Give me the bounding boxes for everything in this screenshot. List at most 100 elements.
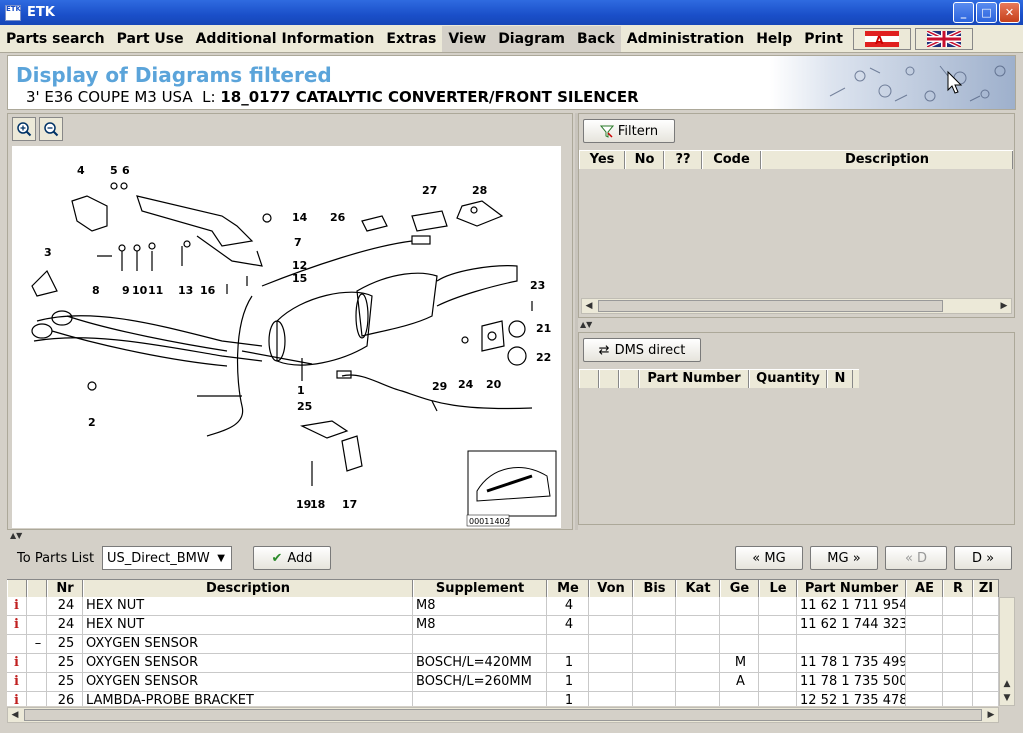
info-icon[interactable]: i [7, 654, 27, 672]
info-icon[interactable]: i [7, 692, 27, 706]
col-le[interactable]: Le [759, 580, 797, 598]
cell-nr: 25 [47, 654, 83, 672]
filtern-button[interactable]: Filtern [583, 119, 675, 143]
cell-bis [633, 692, 676, 706]
col-quantity[interactable]: Quantity [749, 370, 827, 388]
next-mg-button[interactable]: MG » [810, 546, 878, 570]
parts-list-select[interactable]: US_Direct_BMW ▼ [102, 546, 232, 570]
table-row[interactable]: i 25 OXYGEN SENSOR BOSCH/L=420MM 1 M 11 … [7, 654, 999, 673]
filter-panel: Filtern Yes No ?? Code Description ◀ ▶ [578, 113, 1015, 318]
info-icon[interactable]: i [7, 673, 27, 691]
maximize-button[interactable]: □ [976, 2, 997, 23]
filter-hscroll[interactable]: ◀ ▶ [581, 298, 1012, 314]
dms-col-3[interactable] [619, 370, 639, 388]
cell-nr: 24 [47, 597, 83, 615]
cell-part-number: 11 62 1 744 323 [797, 616, 906, 634]
cell-zi [973, 692, 999, 706]
col-von[interactable]: Von [589, 580, 633, 598]
col-zi[interactable]: ZI [973, 580, 999, 598]
table-row[interactable]: i 26 LAMBDA-PROBE BRACKET 1 12 52 1 735 … [7, 692, 999, 706]
next-d-button[interactable]: D » [954, 546, 1012, 570]
scroll-thumb[interactable] [598, 300, 943, 312]
cell-me: 4 [547, 597, 589, 615]
menu-additional-information[interactable]: Additional Information [190, 26, 381, 52]
zoom-out-button[interactable] [39, 117, 63, 141]
menu-part-use[interactable]: Part Use [111, 26, 190, 52]
dms-col-2[interactable] [599, 370, 619, 388]
menu-diagram[interactable]: Diagram [492, 25, 572, 52]
col-part-number[interactable]: Part Number [797, 580, 906, 598]
menu-extras[interactable]: Extras [380, 26, 442, 52]
cell-me: 1 [547, 692, 589, 706]
col-yes[interactable]: Yes [579, 151, 625, 169]
split-arrows-icon[interactable]: ▲▼ [10, 531, 22, 540]
uk-flag-button[interactable] [914, 27, 973, 50]
scroll-left-icon[interactable]: ◀ [8, 708, 22, 722]
table-row[interactable]: i 24 HEX NUT M8 4 11 62 1 744 323 [7, 616, 999, 635]
exploded-diagram[interactable]: 456 3 27 28 26 14 7 12 15 8 9 10 11 13 16 23 21 22 … [12, 146, 561, 528]
cell-von [589, 673, 633, 691]
col-r[interactable]: R [943, 580, 973, 598]
col-mark[interactable] [27, 580, 47, 598]
svg-text:3: 3 [44, 246, 52, 259]
col-no[interactable]: No [625, 151, 664, 169]
parts-list-panel: To Parts List US_Direct_BMW ▼ ✔ Add « MG… [7, 541, 1016, 726]
col-unknown[interactable]: ?? [664, 151, 702, 169]
menu-back[interactable]: Back [571, 25, 621, 52]
col-ae[interactable]: AE [906, 580, 943, 598]
language-flag-button[interactable]: A [852, 27, 911, 50]
scroll-down-icon[interactable]: ▼ [1000, 691, 1014, 705]
scroll-thumb[interactable] [24, 709, 982, 721]
menu-view[interactable]: View [442, 25, 493, 52]
page-title: Display of Diagrams filtered [16, 63, 332, 87]
prev-mg-button[interactable]: « MG [735, 546, 803, 570]
cell-supplement: BOSCH/L=420MM [413, 654, 547, 672]
scroll-right-icon[interactable]: ▶ [984, 708, 998, 722]
scroll-right-icon[interactable]: ▶ [997, 299, 1011, 313]
col-bis[interactable]: Bis [633, 580, 676, 598]
zoom-out-icon [44, 122, 59, 137]
cell-le [759, 673, 797, 691]
table-row[interactable]: – 25 OXYGEN SENSOR [7, 635, 999, 654]
col-ge[interactable]: Ge [720, 580, 759, 598]
scroll-left-icon[interactable]: ◀ [582, 299, 596, 313]
col-info[interactable] [7, 580, 27, 598]
col-kat[interactable]: Kat [676, 580, 720, 598]
austria-flag-icon: A [864, 30, 899, 47]
info-icon[interactable]: i [7, 597, 27, 615]
col-part-number[interactable]: Part Number [639, 370, 749, 388]
menu-parts-search[interactable]: Parts search [0, 26, 111, 52]
col-n[interactable]: N [827, 370, 853, 388]
svg-text:9: 9 [122, 284, 130, 297]
col-me[interactable]: Me [547, 580, 589, 598]
parts-vscroll[interactable]: ▲ ▼ [999, 597, 1015, 706]
close-button[interactable]: ✕ [999, 2, 1020, 23]
info-icon[interactable]: i [7, 616, 27, 634]
zoom-in-button[interactable] [12, 117, 36, 141]
table-row[interactable]: i 25 OXYGEN SENSOR BOSCH/L=260MM 1 A 11 … [7, 673, 999, 692]
table-row[interactable]: i 24 HEX NUT M8 4 11 62 1 711 954 [7, 597, 999, 616]
menu-help[interactable]: Help [750, 26, 798, 52]
cell-r [943, 654, 973, 672]
scroll-up-icon[interactable]: ▲ [1000, 677, 1014, 691]
svg-text:25: 25 [297, 400, 312, 413]
col-nr[interactable]: Nr [47, 580, 83, 598]
split-arrows-icon[interactable]: ▲▼ [580, 320, 592, 329]
col-description[interactable]: Description [761, 151, 1013, 169]
prev-d-button[interactable]: « D [885, 546, 947, 570]
info-icon[interactable] [7, 635, 27, 653]
cell-ae [906, 692, 943, 706]
menu-print[interactable]: Print [798, 26, 849, 52]
col-description[interactable]: Description [83, 580, 413, 598]
dms-direct-button[interactable]: ⇄ DMS direct [583, 338, 701, 362]
collapse-icon[interactable]: – [27, 635, 47, 653]
add-button[interactable]: ✔ Add [253, 546, 331, 570]
parts-hscroll[interactable]: ◀ ▶ [7, 707, 999, 723]
next-d-label: D » [971, 550, 995, 566]
col-supplement[interactable]: Supplement [413, 580, 547, 598]
exhaust-diagram-drawing: 456 327 28 26147 1215 8 9 10 11 13 16 232122 … [31, 164, 557, 527]
dms-col-1[interactable] [579, 370, 599, 388]
minimize-button[interactable]: _ [953, 2, 974, 23]
col-code[interactable]: Code [702, 151, 761, 169]
menu-administration[interactable]: Administration [621, 26, 750, 52]
